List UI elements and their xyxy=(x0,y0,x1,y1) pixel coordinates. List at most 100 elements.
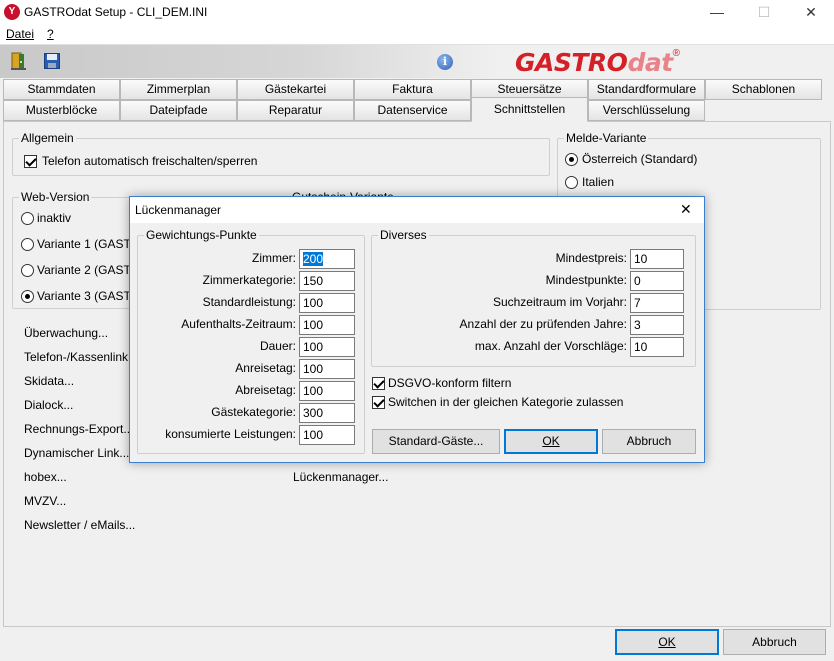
footer-ok-button[interactable]: OK xyxy=(615,629,719,655)
link-lueckenmanager[interactable]: Lückenmanager... xyxy=(293,470,388,484)
gewichtungs-punkte-group: Gewichtungs-Punkte Zimmer: 200 Zimmerkat… xyxy=(137,228,365,454)
gastrodat-logo: GASTROdat® xyxy=(515,48,815,78)
diverses-label: Diverses xyxy=(378,228,429,242)
radio-web-variante-3[interactable] xyxy=(21,290,34,303)
menu-bar: Datei ? xyxy=(0,24,834,44)
tab-reparatur[interactable]: Reparatur xyxy=(237,100,354,121)
aufenthalts-zeitraum-label: Aufenthalts-Zeitraum: xyxy=(181,317,296,331)
dsgvo-checkbox[interactable] xyxy=(372,377,385,390)
radio-oesterreich-label: Österreich (Standard) xyxy=(582,152,698,166)
aufenthalts-zeitraum-field[interactable]: 100 xyxy=(299,315,355,335)
diverses-group: Diverses Mindestpreis: 10 Mindestpunkte:… xyxy=(371,228,696,367)
minimize-button[interactable]: — xyxy=(694,0,740,24)
tab-schablonen[interactable]: Schablonen xyxy=(705,79,822,100)
anreisetag-label: Anreisetag: xyxy=(235,361,296,375)
abreisetag-label: Abreisetag: xyxy=(235,383,296,397)
anreisetag-field[interactable]: 100 xyxy=(299,359,355,379)
dialog-title-bar: Lückenmanager ✕ xyxy=(130,197,704,223)
dauer-label: Dauer: xyxy=(259,339,296,353)
link-ueberwachung[interactable]: Überwachung... xyxy=(24,326,108,340)
gewichtungs-punkte-label: Gewichtungs-Punkte xyxy=(144,228,259,242)
logo-registered: ® xyxy=(672,48,681,59)
link-mvzv[interactable]: MVZV... xyxy=(24,494,66,508)
telefon-checkbox-label: Telefon automatisch freischalten/sperren xyxy=(42,154,258,168)
close-window-button[interactable]: ✕ xyxy=(788,0,834,24)
standard-gaeste-button[interactable]: Standard-Gäste... xyxy=(372,429,500,454)
logo-text-dat: dat xyxy=(627,48,673,77)
maximize-button[interactable]: ☐ xyxy=(741,0,787,24)
abreisetag-field[interactable]: 100 xyxy=(299,381,355,401)
tab-zimmerplan[interactable]: Zimmerplan xyxy=(120,79,237,100)
link-dynamischer-link[interactable]: Dynamischer Link... xyxy=(24,446,129,460)
radio-web-inaktiv[interactable] xyxy=(21,212,34,225)
dialog-close-icon[interactable]: ✕ xyxy=(680,201,692,218)
dauer-field[interactable]: 100 xyxy=(299,337,355,357)
exit-door-icon[interactable] xyxy=(10,51,28,71)
telefon-checkbox[interactable] xyxy=(24,155,37,168)
link-newsletter-emails[interactable]: Newsletter / eMails... xyxy=(24,518,135,532)
footer-cancel-button[interactable]: Abbruch xyxy=(723,629,826,655)
dialog-ok-label: OK xyxy=(542,434,560,448)
tab-musterbloecke[interactable]: Musterblöcke xyxy=(3,100,120,121)
allgemein-label: Allgemein xyxy=(19,131,76,145)
zimmer-field[interactable]: 200 xyxy=(299,249,355,269)
allgemein-group: Allgemein Telefon automatisch freischalt… xyxy=(12,131,550,176)
zimmer-value: 200 xyxy=(303,252,324,266)
toolbar: i GASTROdat® xyxy=(0,44,834,78)
anzahl-jahre-label: Anzahl der zu prüfenden Jahre: xyxy=(459,317,627,331)
tab-gaestekartei[interactable]: Gästekartei xyxy=(237,79,354,100)
mindestpunkte-label: Mindestpunkte: xyxy=(545,273,627,287)
link-hobex[interactable]: hobex... xyxy=(24,470,67,484)
gaestekategorie-field[interactable]: 300 xyxy=(299,403,355,423)
switch-kategorie-checkbox[interactable] xyxy=(372,396,385,409)
tab-standardformulare[interactable]: Standardformulare xyxy=(588,79,705,100)
max-vorschlaege-label: max. Anzahl der Vorschläge: xyxy=(474,339,627,353)
tab-verschluesselung[interactable]: Verschlüsselung xyxy=(588,100,705,121)
switch-kategorie-checkbox-label: Switchen in der gleichen Kategorie zulas… xyxy=(388,395,624,409)
tab-dateipfade[interactable]: Dateipfade xyxy=(120,100,237,121)
web-version-label: Web-Version xyxy=(19,190,92,204)
mindestpunkte-field[interactable]: 0 xyxy=(630,271,684,291)
zimmerkategorie-label: Zimmerkategorie: xyxy=(202,273,296,287)
link-telefon-kassenlink[interactable]: Telefon-/Kassenlink... xyxy=(24,350,138,364)
logo-text-main: GASTRO xyxy=(515,48,628,77)
tab-schnittstellen[interactable]: Schnittstellen xyxy=(471,97,588,122)
radio-oesterreich[interactable] xyxy=(565,153,578,166)
link-rechnungs-export[interactable]: Rechnungs-Export... xyxy=(24,422,133,436)
radio-italien[interactable] xyxy=(565,176,578,189)
konsumierte-leistungen-label: konsumierte Leistungen: xyxy=(165,427,296,441)
suchzeitraum-label: Suchzeitraum im Vorjahr: xyxy=(492,295,627,309)
melde-variante-label: Melde-Variante xyxy=(564,131,649,145)
zimmer-label: Zimmer: xyxy=(252,251,296,265)
mindestpreis-label: Mindestpreis: xyxy=(555,251,627,265)
dialog-cancel-button[interactable]: Abbruch xyxy=(602,429,696,454)
gastrodat-y-icon[interactable]: Y xyxy=(4,4,20,20)
dialog-ok-button[interactable]: OK xyxy=(504,429,598,454)
menu-help[interactable]: ? xyxy=(47,27,54,41)
tab-datenservice[interactable]: Datenservice xyxy=(354,100,471,121)
toolbar-gradient xyxy=(0,45,500,78)
anzahl-jahre-field[interactable]: 3 xyxy=(630,315,684,335)
dialog-title: Lückenmanager xyxy=(135,203,222,217)
suchzeitraum-field[interactable]: 7 xyxy=(630,293,684,313)
konsumierte-leistungen-field[interactable]: 100 xyxy=(299,425,355,445)
info-icon[interactable]: i xyxy=(437,54,453,70)
radio-web-variante-1[interactable] xyxy=(21,238,34,251)
tab-faktura[interactable]: Faktura xyxy=(354,79,471,100)
mindestpreis-field[interactable]: 10 xyxy=(630,249,684,269)
max-vorschlaege-field[interactable]: 10 xyxy=(630,337,684,357)
gaestekategorie-label: Gästekategorie: xyxy=(211,405,296,419)
link-dialock[interactable]: Dialock... xyxy=(24,398,73,412)
menu-datei[interactable]: Datei xyxy=(6,27,34,41)
standardleistung-label: Standardleistung: xyxy=(202,295,296,309)
save-disk-icon[interactable] xyxy=(44,53,60,69)
standardleistung-field[interactable]: 100 xyxy=(299,293,355,313)
lueckenmanager-dialog: Lückenmanager ✕ Gewichtungs-Punkte Zimme… xyxy=(129,196,705,463)
radio-web-variante-2[interactable] xyxy=(21,264,34,277)
link-skidata[interactable]: Skidata... xyxy=(24,374,74,388)
title-bar: Y GASTROdat Setup - CLI_DEM.INI — ☐ ✕ xyxy=(0,0,834,24)
radio-web-inaktiv-label: inaktiv xyxy=(37,211,72,225)
zimmerkategorie-field[interactable]: 150 xyxy=(299,271,355,291)
footer-ok-label: OK xyxy=(658,635,676,649)
tab-stammdaten[interactable]: Stammdaten xyxy=(3,79,120,100)
